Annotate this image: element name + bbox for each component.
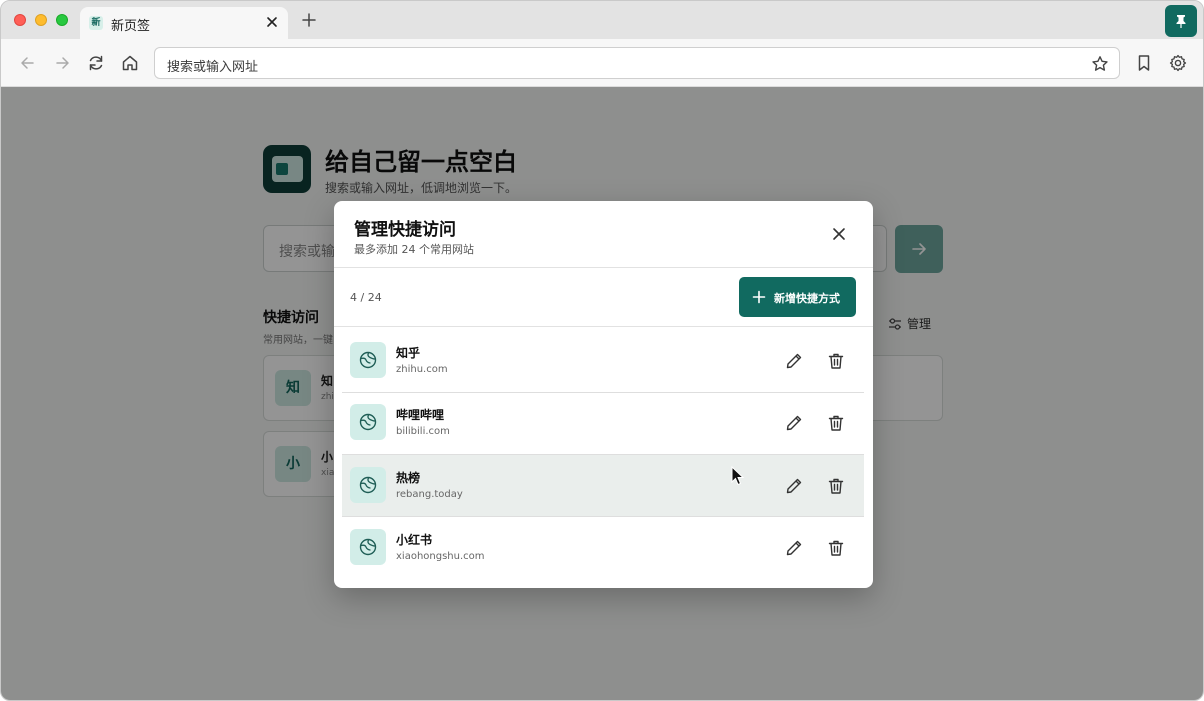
tab-bar: 新 新页签	[1, 1, 1203, 39]
dialog-title: 管理快捷访问	[354, 220, 456, 240]
site-name: 热榜	[396, 471, 421, 485]
site-name: 哔哩哔哩	[396, 408, 445, 422]
forward-arrow-icon[interactable]	[52, 53, 72, 73]
pencil-icon[interactable]	[784, 538, 804, 558]
site-name: 知乎	[396, 346, 421, 360]
pencil-icon[interactable]	[784, 476, 804, 496]
site-icon	[350, 467, 386, 503]
add-shortcut-label: 新增快捷方式	[774, 292, 840, 305]
site-url: xiaohongshu.com	[396, 551, 485, 562]
close-window-button[interactable]	[14, 14, 26, 26]
trash-icon[interactable]	[826, 351, 846, 371]
list-item[interactable]: 小红书 xiaohongshu.com	[342, 517, 864, 579]
list-item[interactable]: 热榜 rebang.today	[342, 455, 864, 517]
pin-icon	[1176, 15, 1186, 28]
globe-icon	[359, 538, 377, 556]
back-arrow-icon[interactable]	[18, 53, 38, 73]
home-icon[interactable]	[120, 53, 140, 73]
pencil-icon[interactable]	[784, 351, 804, 371]
site-icon	[350, 529, 386, 565]
bookmark-icon[interactable]	[1134, 53, 1154, 73]
address-placeholder: 搜索或输入网址	[167, 60, 259, 75]
maximize-window-button[interactable]	[56, 14, 68, 26]
browser-window: 新 新页签 搜索或输入网址 给自己留一点空白 搜索或输入网址，低调地浏览一下。 …	[0, 0, 1204, 701]
globe-icon	[359, 476, 377, 494]
list-item[interactable]: 哔哩哔哩 bilibili.com	[342, 392, 864, 454]
trash-icon[interactable]	[826, 538, 846, 558]
plus-icon[interactable]	[300, 11, 318, 29]
mouse-cursor-icon	[731, 466, 745, 486]
close-icon[interactable]	[264, 14, 280, 30]
divider	[334, 326, 873, 327]
globe-icon	[359, 413, 377, 431]
manage-quick-access-dialog: 管理快捷访问 最多添加 24 个常用网站 4 / 24 新增快捷方式 知乎 zh…	[334, 201, 873, 588]
trash-icon[interactable]	[826, 476, 846, 496]
tab-title: 新页签	[111, 19, 151, 34]
pin-button[interactable]	[1165, 5, 1197, 37]
add-shortcut-button[interactable]: 新增快捷方式	[739, 277, 856, 317]
dialog-subtitle: 最多添加 24 个常用网站	[354, 243, 474, 256]
tab-favicon: 新	[89, 16, 103, 30]
browser-tab[interactable]: 新 新页签	[80, 7, 288, 39]
reload-icon[interactable]	[86, 53, 106, 73]
browser-toolbar: 搜索或输入网址	[1, 39, 1203, 87]
trash-icon[interactable]	[826, 413, 846, 433]
item-count: 4 / 24	[350, 291, 382, 304]
divider	[334, 267, 873, 268]
site-url: zhihu.com	[396, 364, 448, 375]
settings-icon[interactable]	[1168, 53, 1188, 73]
site-name: 小红书	[396, 533, 433, 547]
site-url: bilibili.com	[396, 426, 450, 437]
star-icon[interactable]	[1091, 55, 1109, 73]
address-bar[interactable]: 搜索或输入网址	[154, 47, 1120, 79]
globe-icon	[359, 351, 377, 369]
site-url: rebang.today	[396, 489, 463, 500]
minimize-window-button[interactable]	[35, 14, 47, 26]
site-icon	[350, 404, 386, 440]
plus-icon	[752, 290, 766, 304]
list-item[interactable]: 知乎 zhihu.com	[342, 330, 864, 392]
site-icon	[350, 342, 386, 378]
close-icon[interactable]	[828, 223, 850, 245]
pencil-icon[interactable]	[784, 413, 804, 433]
